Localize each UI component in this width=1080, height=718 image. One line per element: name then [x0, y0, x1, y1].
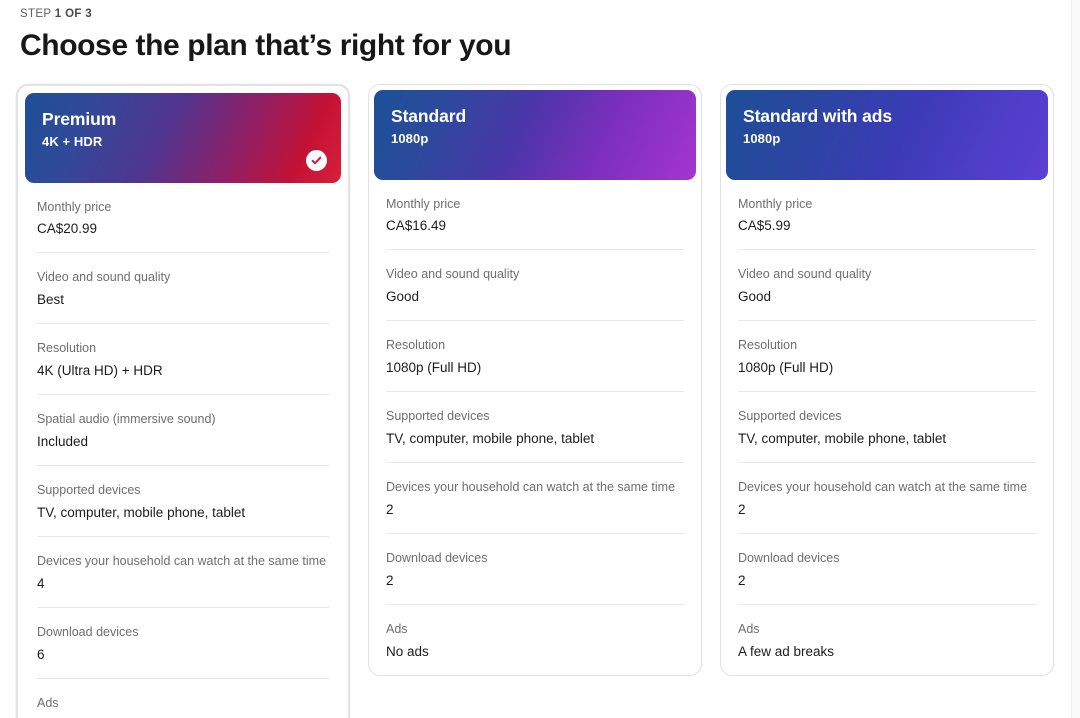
feature-row: Video and sound quality Best	[37, 253, 329, 325]
step-prefix: STEP	[20, 8, 55, 20]
feature-label: Ads	[37, 696, 59, 711]
feature-row: Resolution 1080p (Full HD)	[738, 321, 1036, 393]
feature-label: Resolution	[386, 338, 446, 353]
feature-row: Supported devices TV, computer, mobile ph…	[37, 466, 329, 538]
feature-value: CA$16.49	[386, 217, 447, 233]
feature-row: Devices your household can watch at the …	[37, 537, 329, 609]
feature-value: 2	[386, 572, 394, 588]
feature-value: No ads	[386, 643, 429, 659]
feature-value: TV, computer, mobile phone, tablet	[738, 430, 947, 446]
check-circle-icon	[306, 149, 327, 171]
feature-row: Video and sound quality Good	[738, 250, 1036, 322]
feature-label: Supported devices	[738, 409, 842, 424]
feature-row: Ads No ads	[386, 605, 684, 675]
feature-value: 2	[738, 501, 746, 517]
feature-label: Spatial audio (immersive sound)	[37, 412, 216, 427]
feature-label: Devices your household can watch at the …	[738, 480, 1028, 495]
feature-value: Best	[37, 291, 65, 307]
feature-label: Ads	[738, 622, 760, 637]
feature-row: Resolution 1080p (Full HD)	[386, 321, 684, 393]
feature-row: Monthly price CA$20.99	[37, 183, 329, 254]
feature-value: 2	[386, 501, 394, 517]
feature-row: Resolution 4K (Ultra HD) + HDR	[37, 324, 329, 396]
feature-label: Monthly price	[37, 199, 112, 214]
feature-row: Devices your household can watch at the …	[738, 463, 1036, 535]
page-title: Choose the plan that’s right for you	[20, 29, 512, 62]
feature-value: Good	[386, 288, 420, 304]
feature-label: Ads	[386, 622, 408, 637]
feature-value: CA$5.99	[738, 217, 791, 233]
feature-row: Monthly price CA$16.49	[386, 180, 684, 251]
plan-banner[interactable]: Standard 1080p	[374, 89, 696, 180]
feature-row: Download devices 2	[386, 534, 684, 606]
feature-label: Video and sound quality	[738, 267, 872, 282]
feature-value: Good	[738, 288, 772, 304]
feature-label: Download devices	[37, 625, 139, 640]
plan-cards-row: Premium 4K + HDR Monthly price CA$20.99 Vide…	[0, 64, 1080, 718]
feature-value: 6	[37, 646, 45, 662]
plan-card-premium[interactable]: Premium 4K + HDR Monthly price CA$20.99 Vide…	[16, 83, 350, 718]
feature-value: TV, computer, mobile phone, tablet	[37, 504, 246, 520]
feature-label: Supported devices	[386, 409, 490, 424]
feature-value: 2	[738, 572, 746, 588]
feature-row: Spatial audio (immersive sound) Included	[37, 395, 329, 467]
feature-label: Supported devices	[37, 483, 141, 498]
feature-row: Devices your household can watch at the …	[386, 463, 684, 535]
step-indicator: STEP 1 OF 3	[20, 8, 1080, 20]
feature-label: Video and sound quality	[37, 270, 171, 285]
feature-value: 4	[37, 575, 45, 591]
plan-name: Premium	[42, 108, 117, 129]
plan-feature-list: Monthly price CA$20.99 Video and sound qua…	[25, 183, 341, 718]
feature-row: Video and sound quality Good	[386, 250, 684, 322]
feature-label: Download devices	[738, 551, 840, 566]
feature-value: 1080p (Full HD)	[386, 359, 482, 375]
plan-subtitle: 1080p	[743, 130, 781, 146]
step-counter: 1 OF 3	[54, 8, 93, 20]
plan-subtitle: 4K + HDR	[42, 133, 103, 149]
plan-name: Standard	[391, 105, 467, 126]
plan-banner[interactable]: Standard with ads 1080p	[726, 89, 1048, 180]
feature-value: 1080p (Full HD)	[738, 359, 834, 375]
plan-name: Standard with ads	[743, 105, 893, 126]
feature-label: Download devices	[386, 551, 488, 566]
page-header: STEP 1 OF 3 Choose the plan that’s right…	[0, 0, 1080, 64]
feature-label: Monthly price	[738, 196, 813, 211]
feature-label: Resolution	[738, 338, 798, 353]
page-scrollbar[interactable]	[1071, 0, 1080, 718]
feature-row: Monthly price CA$5.99	[738, 180, 1036, 251]
plan-card-standard[interactable]: Standard 1080p Monthly price CA$16.49 Video …	[368, 83, 702, 677]
feature-row: Supported devices TV, computer, mobile ph…	[738, 392, 1036, 464]
plan-card-standard-with-ads[interactable]: Standard with ads 1080p Monthly price CA$5.…	[720, 83, 1054, 677]
feature-row: Ads	[37, 679, 329, 718]
feature-value: A few ad breaks	[738, 643, 835, 659]
plan-banner[interactable]: Premium 4K + HDR	[25, 92, 341, 183]
feature-row: Ads A few ad breaks	[738, 605, 1036, 675]
feature-label: Video and sound quality	[386, 267, 520, 282]
feature-label: Devices your household can watch at the …	[37, 554, 327, 569]
feature-row: Supported devices TV, computer, mobile ph…	[386, 392, 684, 464]
feature-label: Resolution	[37, 341, 97, 356]
feature-value: TV, computer, mobile phone, tablet	[386, 430, 595, 446]
feature-value: Included	[37, 433, 89, 449]
feature-row: Download devices 2	[738, 534, 1036, 606]
feature-value: CA$20.99	[37, 220, 98, 236]
feature-label: Monthly price	[386, 196, 461, 211]
plan-feature-list: Monthly price CA$16.49 Video and sound qua…	[374, 180, 696, 676]
feature-value: 4K (Ultra HD) + HDR	[37, 362, 163, 378]
feature-row: Download devices 6	[37, 608, 329, 680]
plan-feature-list: Monthly price CA$5.99 Video and sound qual…	[726, 180, 1048, 676]
feature-label: Devices your household can watch at the …	[386, 480, 676, 495]
plan-subtitle: 1080p	[391, 130, 429, 146]
